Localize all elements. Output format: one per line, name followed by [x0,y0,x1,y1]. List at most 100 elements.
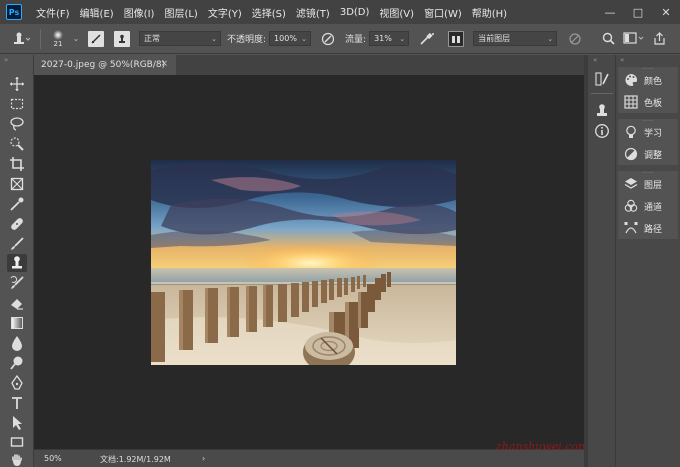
dodge-tool-icon[interactable] [7,354,27,372]
clone-source-panel-icon[interactable] [594,103,610,123]
brush-tool-icon[interactable] [7,235,27,253]
opacity-value: 100% [274,34,297,43]
chevron-down-icon[interactable]: ⌄ [69,28,83,50]
collapse-tools-icon[interactable]: » [4,56,8,64]
pressure-opacity-button[interactable] [317,28,339,50]
menu-file[interactable]: 文件(F) [36,5,70,20]
close-button[interactable]: ✕ [652,0,680,24]
menu-help[interactable]: 帮助(H) [472,5,507,20]
blur-tool-icon[interactable] [7,334,27,352]
adjustment-circle-icon [624,147,638,161]
palette-icon [625,74,637,87]
ps-logo-icon[interactable]: Ps [6,4,22,20]
brush-settings-panel-icon[interactable] [594,71,610,91]
chevron-down-icon: ⌄ [399,35,406,43]
document-image[interactable] [151,160,456,365]
search-icon [602,32,615,45]
menu-type[interactable]: 文字(Y) [208,5,242,20]
hand-tool-icon[interactable] [7,451,27,467]
menu-edit[interactable]: 编辑(E) [80,5,114,20]
panel-collapse-icon[interactable]: « [620,56,624,64]
type-tool-icon[interactable] [7,394,27,412]
close-tab-icon[interactable]: × [160,59,168,69]
panels-dock: « ······ 颜色 色板 ······ 学习 调整 ······ 图层 通道… [616,55,680,467]
document-tab[interactable]: 2027-0.jpeg @ 50%(RGB/8) × [34,55,176,75]
flow-label: 流量: [345,35,367,45]
separator [591,93,613,94]
panel-item-swatches[interactable]: 色板 [618,91,678,113]
workspace-button[interactable] [619,28,649,50]
menu-layer[interactable]: 图层(L) [164,5,197,20]
panel-label-learn: 学习 [644,128,663,139]
rectangle-tool-icon[interactable] [7,433,27,451]
blend-mode-select[interactable]: 正常 ⌄ [139,31,221,46]
opacity-field[interactable]: 100% ⌄ [269,31,312,46]
menubar: Ps 文件(F) 编辑(E) 图像(I) 图层(L) 文字(Y) 选择(S) 滤… [0,0,680,24]
lasso-tool-icon[interactable] [7,115,27,133]
menu-window[interactable]: 窗口(W) [424,5,462,20]
ignore-adjustment-layers-button[interactable] [563,28,587,50]
quick-selection-tool-icon[interactable] [7,135,27,153]
chevron-down-icon: ⌄ [301,35,308,43]
share-icon [653,32,665,45]
swatches-grid-icon [624,95,638,109]
crop-tool-icon[interactable] [7,155,27,173]
soft-brush-icon [53,29,63,40]
marquee-tool-icon[interactable] [7,95,27,113]
sample-layer-value: 当前图层 [478,34,511,43]
pen-tool-icon[interactable] [7,374,27,392]
eraser-tool-icon[interactable] [7,294,27,312]
healing-brush-tool-icon[interactable] [7,215,27,233]
panel-grip[interactable]: ······ [618,171,678,177]
panel-grip[interactable]: ······ [618,67,678,73]
watermark: zhanshuwei.com [496,440,589,453]
chevron-down-icon: ⌄ [211,35,217,43]
layers-stack-icon [624,178,638,189]
menu-view[interactable]: 视图(V) [379,5,414,20]
panel-item-adjustments[interactable]: 调整 [618,143,678,165]
options-bar: 21 ⌄ 正常 ⌄ 不透明度: 100% ⌄ 流量: 31% ⌄ 当前图层 ⌄ [0,24,680,54]
maximize-button[interactable]: □ [624,0,652,24]
history-brush-tool-icon[interactable] [7,274,27,292]
photoshop-window: Ps 文件(F) 编辑(E) 图像(I) 图层(L) 文字(Y) 选择(S) 滤… [0,0,680,467]
clone-source-button[interactable] [109,28,135,50]
brush-settings-button[interactable] [83,28,109,50]
clone-stamp-tool-preset-icon[interactable] [6,28,34,50]
brush-preset-picker[interactable]: 21 [47,28,69,50]
brush-settings-icon [88,30,104,47]
flow-field[interactable]: 31% ⌄ [369,31,410,46]
airbrush-icon [420,32,435,45]
panel-grip[interactable]: ······ [618,119,678,125]
menu-image[interactable]: 图像(I) [124,5,155,20]
clone-stamp-tool-icon[interactable] [7,254,27,272]
panel-group-learn: ······ 学习 调整 [618,119,678,165]
share-button[interactable] [649,28,669,50]
panel-label-paths: 路径 [644,224,663,235]
info-panel-icon[interactable] [594,123,610,143]
panel-item-paths[interactable]: 路径 [618,217,678,239]
move-tool-icon[interactable] [7,75,27,93]
menu-select[interactable]: 选择(S) [252,5,286,20]
frame-tool-icon[interactable] [7,175,27,193]
gradient-tool-icon[interactable] [7,314,27,332]
search-button[interactable] [597,28,619,50]
minimize-button[interactable]: — [596,0,624,24]
chevron-down-icon: ⌄ [547,35,554,43]
menu-filter[interactable]: 滤镜(T) [296,5,330,20]
airbrush-button[interactable] [415,28,439,50]
pen-path-icon [624,222,638,234]
panel-label-swatches: 色板 [644,98,663,109]
path-selection-tool-icon[interactable] [7,414,27,432]
status-menu-arrow-icon[interactable]: › [202,454,205,463]
sample-layer-select[interactable]: 当前图层 ⌄ [473,31,558,46]
window-controls: — □ ✕ [596,0,680,24]
brush-size-label: 21 [53,39,63,48]
panel-item-channels[interactable]: 通道 [618,195,678,217]
zoom-level[interactable]: 50% [44,454,62,463]
eyedropper-tool-icon[interactable] [7,195,27,213]
menu-3d[interactable]: 3D(D) [340,7,370,18]
expand-panels-icon[interactable]: « [593,56,597,64]
aligned-button[interactable] [445,28,467,50]
panel-group-layers: ······ 图层 通道 路径 [618,171,678,239]
canvas-area[interactable] [34,75,584,449]
